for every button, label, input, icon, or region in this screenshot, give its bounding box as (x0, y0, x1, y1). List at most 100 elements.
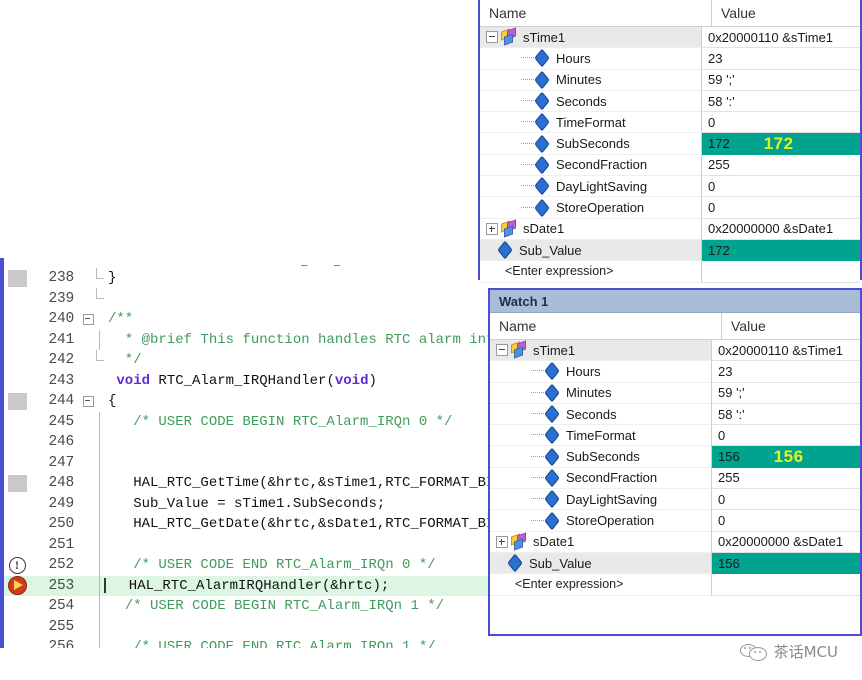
code-line[interactable]: 239 (4, 288, 496, 310)
watch-row-name-cell[interactable]: DayLightSaving (480, 176, 702, 198)
watch-row[interactable]: SubSeconds 172 172 (480, 133, 860, 155)
code-line[interactable]: 256 /* USER CODE END RTC_Alarm_IRQn 1 */ (4, 637, 496, 648)
watch-row-name-cell[interactable]: Sub_Value (480, 239, 702, 262)
watch-row[interactable]: <Enter expression> (480, 261, 860, 283)
exception-marker-icon[interactable]: ! (4, 555, 30, 576)
fold-marker-icon[interactable] (4, 391, 30, 412)
code-line[interactable]: 251 (4, 534, 496, 555)
watch-row-value-cell[interactable]: 172 (702, 239, 860, 262)
watch-row-name-cell[interactable]: Sub_Value (490, 552, 712, 575)
watch-row-name-cell[interactable]: <Enter expression> (480, 261, 702, 283)
code-line[interactable]: 238} (4, 267, 496, 289)
watch-row-value-cell[interactable]: 255 (712, 468, 860, 490)
fold-collapse-icon[interactable] (81, 391, 95, 412)
watch-row-value-cell[interactable]: 58 ':' (702, 91, 860, 113)
watch-row-name-cell[interactable]: sTime1 (490, 340, 712, 362)
watch-row-name-cell[interactable]: StoreOperation (480, 197, 702, 219)
watch-row[interactable]: Minutes 59 ';' (480, 69, 860, 91)
fold-marker-icon[interactable] (4, 268, 30, 289)
watch-row[interactable]: sDate1 0x20000000 &sDate1 (490, 531, 860, 553)
watch-row[interactable]: Seconds 58 ':' (490, 403, 860, 426)
watch-row-value-cell[interactable]: 255 (702, 155, 860, 177)
watch-row-name-cell[interactable]: Hours (480, 48, 702, 70)
code-line[interactable]: 248 HAL_RTC_GetTime(&hrtc,&sTime1,RTC_FO… (4, 473, 496, 494)
code-line[interactable]: 254 /* USER CODE BEGIN RTC_Alarm_IRQn 1 … (4, 596, 496, 617)
watch-row[interactable]: sTime1 0x20000110 &sTime1 (490, 340, 860, 362)
code-line[interactable]: 240 /** (4, 309, 496, 330)
watch-row-value-cell[interactable]: 0x20000110 &sTime1 (712, 340, 860, 362)
watch-row-name-cell[interactable]: SecondFraction (480, 154, 702, 177)
watch-row[interactable]: Seconds 58 ':' (480, 90, 860, 113)
fold-marker-icon[interactable] (4, 473, 30, 494)
watch-row-name-cell[interactable]: <Enter expression> (490, 574, 712, 596)
watch-row-name-cell[interactable]: SecondFraction (490, 467, 712, 490)
watch-row-name-cell[interactable]: DayLightSaving (490, 489, 712, 511)
watch-row-name-cell[interactable]: StoreOperation (490, 510, 712, 532)
code-line[interactable]: 243 void RTC_Alarm_IRQHandler(void) (4, 371, 496, 392)
watch-row[interactable]: SubSeconds 156 156 (490, 446, 860, 468)
watch-row[interactable]: DayLightSaving 0 (480, 176, 860, 198)
watch-row[interactable]: SecondFraction 255 (480, 154, 860, 177)
watch-row[interactable]: SecondFraction 255 (490, 467, 860, 490)
watch-row-name-cell[interactable]: sDate1 (490, 531, 712, 553)
code-line[interactable]: 250 HAL_RTC_GetDate(&hrtc,&sDate1,RTC_FO… (4, 514, 496, 535)
watch-row-value-cell[interactable]: 59 ';' (712, 383, 860, 404)
code-line[interactable]: 245 /* USER CODE BEGIN RTC_Alarm_IRQn 0 … (4, 411, 496, 432)
tree-expand-icon[interactable] (486, 222, 498, 235)
watch-row-name-cell[interactable]: sDate1 (480, 218, 702, 240)
watch-row-name-cell[interactable]: Seconds (490, 403, 712, 426)
column-header-name[interactable]: Name (480, 0, 712, 26)
watch-row-value-cell[interactable]: 0x20000110 &sTime1 (702, 27, 860, 49)
watch-row-value-cell[interactable]: 156 156 (712, 446, 860, 468)
column-header-value[interactable]: Value (712, 0, 756, 26)
code-line[interactable]: 242 */ (4, 349, 496, 371)
code-line[interactable]: ! 252 /* USER CODE END RTC_Alarm_IRQn 0 *… (4, 555, 496, 576)
breakpoint-current-line-icon[interactable] (4, 576, 30, 597)
watch-row-name-cell[interactable]: SubSeconds (490, 446, 712, 468)
watch-row[interactable]: TimeFormat 0 (490, 425, 860, 447)
code-line[interactable]: 241 * @brief This function handles RTC a… (4, 329, 496, 350)
watch-row[interactable]: Hours 23 (480, 48, 860, 70)
watch-row-value-cell[interactable]: 23 (712, 361, 860, 383)
watch-row[interactable]: DayLightSaving 0 (490, 489, 860, 511)
watch1-title-bar[interactable]: Watch 1 (490, 290, 860, 313)
watch-row[interactable]: sTime1 0x20000110 &sTime1 (480, 27, 860, 49)
watch-row-value-cell[interactable] (702, 261, 860, 283)
watch-row-name-cell[interactable]: Minutes (490, 382, 712, 404)
column-header-value[interactable]: Value (722, 313, 766, 339)
code-line[interactable]: 246 (4, 432, 496, 453)
watch-row-value-cell[interactable]: 0x20000000 &sDate1 (702, 219, 860, 240)
code-line[interactable]: 244 { (4, 391, 496, 412)
watch-row-value-cell[interactable]: 23 (702, 48, 860, 70)
watch-row-value-cell[interactable]: 0 (712, 489, 860, 511)
watch-row-name-cell[interactable]: SubSeconds (480, 133, 702, 155)
watch-row-value-cell[interactable]: 59 ';' (702, 70, 860, 91)
code-line[interactable]: 253 HAL_RTC_AlarmIRQHandler(&hrtc); (4, 575, 496, 597)
code-line[interactable]: 255 (4, 616, 496, 637)
watch-row-value-cell[interactable]: 58 ':' (712, 404, 860, 426)
watch-row-value-cell[interactable]: 172 172 (702, 133, 860, 155)
watch-row-name-cell[interactable]: Hours (490, 361, 712, 383)
watch-row-value-cell[interactable]: 0x20000000 &sDate1 (712, 532, 860, 553)
watch-row[interactable]: Hours 23 (490, 361, 860, 383)
watch-row-name-cell[interactable]: Minutes (480, 69, 702, 91)
watch-panel-top[interactable]: Name Value sTime1 0x20000110 &sTime1 Hours… (478, 0, 862, 283)
watch-row[interactable]: sDate1 0x20000000 &sDate1 (480, 218, 860, 240)
watch-row-name-cell[interactable]: Seconds (480, 90, 702, 113)
code-editor-panel[interactable]: – – 238} 239 240/** 241 * @brief This funct… (0, 258, 496, 648)
watch-row[interactable]: Sub_Value 172 (480, 239, 860, 262)
watch-row-name-cell[interactable]: sTime1 (480, 27, 702, 49)
watch-row-value-cell[interactable]: 0 (702, 197, 860, 219)
watch-row-value-cell[interactable]: 0 (712, 425, 860, 447)
watch-row-value-cell[interactable]: 0 (712, 510, 860, 532)
tree-expand-icon[interactable] (496, 535, 508, 548)
watch-row[interactable]: StoreOperation 0 (490, 510, 860, 532)
watch-row[interactable]: Minutes 59 ';' (490, 382, 860, 404)
watch-row[interactable]: StoreOperation 0 (480, 197, 860, 219)
tree-collapse-icon[interactable] (486, 31, 498, 44)
watch-row[interactable]: TimeFormat 0 (480, 112, 860, 134)
tree-collapse-icon[interactable] (496, 344, 508, 357)
watch-row[interactable]: <Enter expression> (490, 574, 860, 596)
watch-panel-watch1[interactable]: Watch 1 Name Value sTime1 0x20000110 &sTi… (488, 288, 862, 636)
watch-row-value-cell[interactable] (712, 574, 860, 596)
